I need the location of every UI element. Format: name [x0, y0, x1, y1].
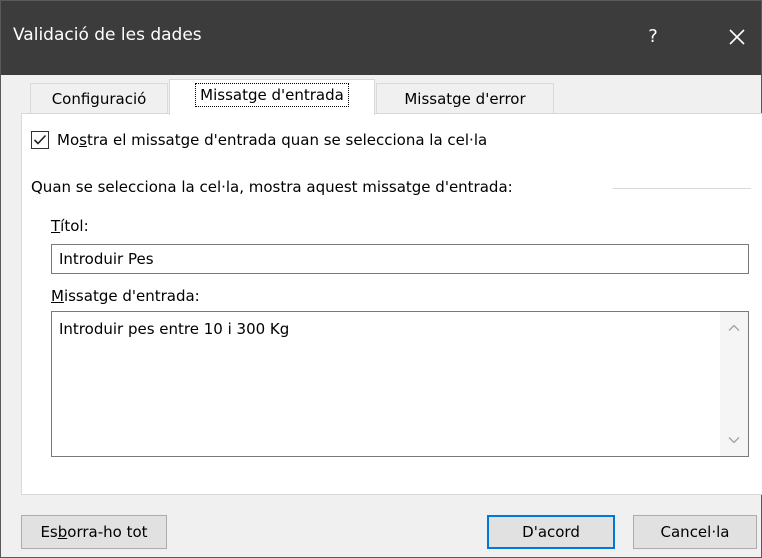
show-input-message-label: Mostra el missatge d'entrada quan se sel… [57, 131, 488, 149]
help-button[interactable]: ? [633, 19, 673, 55]
checkmark-icon [33, 134, 47, 145]
input-message-text: Introduir pes entre 10 i 300 Kg [59, 320, 290, 338]
show-input-message-row[interactable]: Mostra el missatge d'entrada quan se sel… [31, 131, 487, 149]
input-message-label: Missatge d'entrada: [51, 287, 200, 305]
tab-missatge-entrada[interactable]: Missatge d'entrada [169, 79, 375, 115]
cancel-button[interactable]: Cancel·la [633, 515, 757, 549]
title-bar: Validació de les dades ? [1, 1, 761, 75]
tab-missatge-entrada-label: Missatge d'entrada [195, 83, 349, 107]
group-heading: Quan se selecciona la cel·la, mostra aqu… [31, 178, 513, 196]
group-divider [613, 188, 751, 189]
close-icon [729, 29, 745, 45]
title-label: Títol: [51, 217, 89, 235]
clear-all-button[interactable]: Esborra-ho tot [21, 515, 167, 549]
close-button[interactable] [715, 19, 759, 55]
show-input-message-checkbox[interactable] [31, 131, 49, 149]
scroll-up-arrow-icon[interactable] [726, 320, 742, 336]
dialog-title: Validació de les dades [13, 25, 202, 45]
ok-button[interactable]: D'acord [487, 515, 615, 549]
scroll-down-arrow-icon[interactable] [726, 432, 742, 448]
data-validation-dialog: Validació de les dades ? Configuració Mi… [0, 0, 762, 558]
tab-missatge-error[interactable]: Missatge d'error [376, 83, 554, 114]
input-message-textarea[interactable]: Introduir pes entre 10 i 300 Kg [51, 311, 749, 457]
tab-configuracio[interactable]: Configuració [30, 83, 168, 114]
vertical-scrollbar[interactable] [720, 312, 748, 456]
title-input[interactable]: Introduir Pes [51, 244, 749, 274]
